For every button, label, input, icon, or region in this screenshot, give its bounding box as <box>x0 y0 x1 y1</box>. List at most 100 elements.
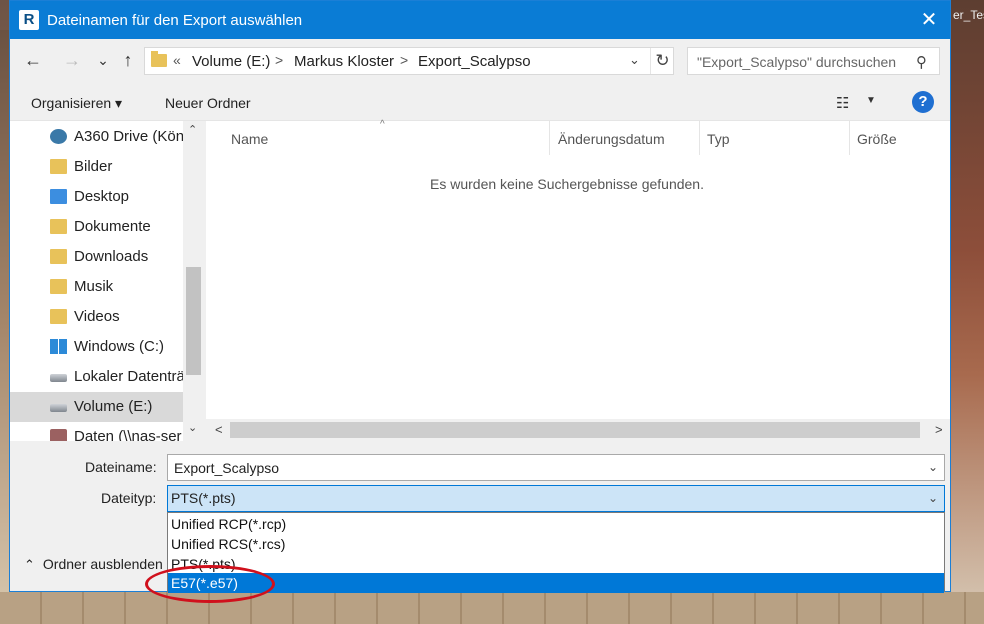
chevron-down-icon[interactable]: ⌄ <box>928 460 938 474</box>
sidebar-item-label: Musik <box>74 278 114 295</box>
column-header-size[interactable]: Größe <box>857 131 897 147</box>
local-drive-icon <box>50 374 67 382</box>
sidebar-item-downloads[interactable]: Downloads <box>10 242 183 272</box>
filename-label: Dateiname: <box>85 459 157 475</box>
sidebar-item-windows-c[interactable]: Windows (C:) <box>10 332 183 362</box>
sidebar-item-label: Daten (\\nas-ser <box>74 428 182 441</box>
save-dialog: R Dateinamen für den Export auswählen ✕ … <box>9 0 951 593</box>
hide-folders-button[interactable]: ⌃ Ordner ausblenden <box>24 556 163 573</box>
windows-drive-icon <box>50 339 67 354</box>
annotation-circle <box>145 565 275 603</box>
hide-folders-label: Ordner ausblenden <box>42 556 163 572</box>
breadcrumb-volume[interactable]: Volume (E:) <box>192 53 270 70</box>
forward-button[interactable]: → <box>59 47 85 73</box>
filetype-select[interactable]: PTS(*.pts) ⌄ <box>167 485 945 512</box>
volume-drive-icon <box>50 404 67 412</box>
scroll-left-icon[interactable]: < <box>215 422 223 437</box>
network-drive-icon <box>50 429 67 441</box>
cloud-drive-icon <box>50 129 67 144</box>
sidebar-item-bilder[interactable]: Bilder <box>10 152 183 182</box>
scroll-right-icon[interactable]: > <box>935 422 943 437</box>
dialog-title: Dateinamen für den Export auswählen <box>47 12 303 29</box>
sidebar-item-label: Bilder <box>74 158 113 175</box>
overflow-chevron-icon[interactable]: « <box>173 52 181 68</box>
documents-folder-icon <box>50 219 67 234</box>
background-window-title: er_Tes <box>953 8 984 22</box>
navigation-scrollbar[interactable]: ⌃ ⌄ <box>183 121 204 441</box>
address-bar[interactable]: « Volume (E:) > Markus Kloster > Export_… <box>144 47 674 75</box>
organize-button[interactable]: Organisieren ▾ <box>31 95 122 112</box>
new-folder-button[interactable]: Neuer Ordner <box>165 95 251 111</box>
recent-locations-icon[interactable]: ⌄ <box>90 47 116 73</box>
desktop-background-right <box>951 0 984 624</box>
breadcrumb-markus-kloster[interactable]: Markus Kloster <box>294 53 394 70</box>
folder-icon <box>151 51 167 67</box>
sidebar-item-volume-e[interactable]: Volume (E:) <box>10 392 183 422</box>
help-icon[interactable]: ? <box>912 91 934 113</box>
search-box[interactable]: "Export_Scalypso" durchsuchen ⚲ <box>687 47 940 75</box>
toolbar: Organisieren ▾ Neuer Ordner ☷ ▼ ? <box>10 85 950 121</box>
scroll-down-icon[interactable]: ⌄ <box>188 421 197 434</box>
desktop-background-bottom <box>0 592 984 624</box>
sidebar-item-videos[interactable]: Videos <box>10 302 183 332</box>
downloads-folder-icon <box>50 249 67 264</box>
sidebar-item-desktop[interactable]: Desktop <box>10 182 183 212</box>
option-rcp[interactable]: Unified RCP(*.rcp) <box>168 514 944 534</box>
close-button[interactable]: ✕ <box>908 1 950 39</box>
view-dropdown-icon[interactable]: ▼ <box>866 95 876 106</box>
sidebar-item-label: Windows (C:) <box>74 338 165 355</box>
sidebar-item-lokaler-datentraeger[interactable]: Lokaler Datenträ <box>10 362 185 392</box>
filetype-selected-value: PTS(*.pts) <box>171 490 236 506</box>
desktop-background-left <box>0 30 9 624</box>
sidebar-item-label: Dokumente <box>74 218 151 235</box>
empty-state-message: Es wurden keine Suchergebnisse gefunden. <box>430 176 704 192</box>
file-list: ^ Name Änderungsdatum Typ Größe Es wurde… <box>206 119 950 441</box>
app-icon: R <box>19 10 39 30</box>
pictures-folder-icon <box>50 159 67 174</box>
option-rcs[interactable]: Unified RCS(*.rcs) <box>168 534 944 554</box>
sidebar-item-label: Videos <box>74 308 120 325</box>
sidebar-item-dokumente[interactable]: Dokumente <box>10 212 183 242</box>
chevron-down-icon[interactable]: ⌄ <box>928 491 938 505</box>
filetype-label: Dateityp: <box>101 490 157 506</box>
column-separator[interactable] <box>849 121 850 155</box>
title-bar[interactable]: R Dateinamen für den Export auswählen ✕ <box>10 1 950 39</box>
sidebar-item-label: Lokaler Datenträ <box>74 368 185 385</box>
column-separator[interactable] <box>699 121 700 155</box>
up-button[interactable]: ↑ <box>115 47 141 73</box>
scrollbar-thumb[interactable] <box>230 422 920 438</box>
music-folder-icon <box>50 279 67 294</box>
filename-input[interactable]: Export_Scalypso <box>174 460 279 476</box>
filetype-dropdown-list: Unified RCP(*.rcp) Unified RCS(*.rcs) PT… <box>167 512 945 593</box>
breadcrumb-export-scalypso[interactable]: Export_Scalypso <box>418 53 531 70</box>
scroll-up-icon[interactable]: ⌃ <box>188 123 197 136</box>
sidebar-item-musik[interactable]: Musik <box>10 272 183 302</box>
navigation-pane: A360 Drive (Kön Bilder Desktop Dokumente… <box>10 121 204 441</box>
chevron-up-icon: ⌃ <box>24 557 35 572</box>
back-button[interactable]: ← <box>20 47 46 73</box>
horizontal-scrollbar[interactable]: < > <box>206 419 950 441</box>
sidebar-item-label: A360 Drive (Kön <box>74 128 185 145</box>
refresh-icon[interactable]: ↻ <box>650 48 674 74</box>
option-e57[interactable]: E57(*.e57) <box>168 573 944 593</box>
breadcrumb-separator-icon[interactable]: > <box>400 52 408 68</box>
column-header-modified[interactable]: Änderungsdatum <box>558 131 665 147</box>
column-header-type[interactable]: Typ <box>707 131 730 147</box>
column-header-name[interactable]: Name <box>231 131 268 147</box>
sidebar-item-label: Desktop <box>74 188 130 205</box>
videos-folder-icon <box>50 309 67 324</box>
breadcrumb-separator-icon[interactable]: > <box>275 52 283 68</box>
column-separator[interactable] <box>549 121 550 155</box>
filename-field[interactable]: Export_Scalypso ⌄ <box>167 454 945 481</box>
sidebar-item-daten-nas[interactable]: Daten (\\nas-ser <box>10 422 183 441</box>
sidebar-item-label: Downloads <box>74 248 149 265</box>
option-pts[interactable]: PTS(*.pts) <box>168 554 944 574</box>
search-input[interactable]: "Export_Scalypso" durchsuchen <box>697 54 896 70</box>
search-icon[interactable]: ⚲ <box>916 53 927 71</box>
scrollbar-thumb[interactable] <box>186 267 201 375</box>
view-options-icon[interactable]: ☷ <box>836 94 849 112</box>
address-dropdown-icon[interactable]: ⌄ <box>629 52 640 68</box>
sidebar-item-a360-drive[interactable]: A360 Drive (Kön <box>10 122 185 152</box>
sort-ascending-icon: ^ <box>380 119 385 130</box>
desktop-folder-icon <box>50 189 67 204</box>
